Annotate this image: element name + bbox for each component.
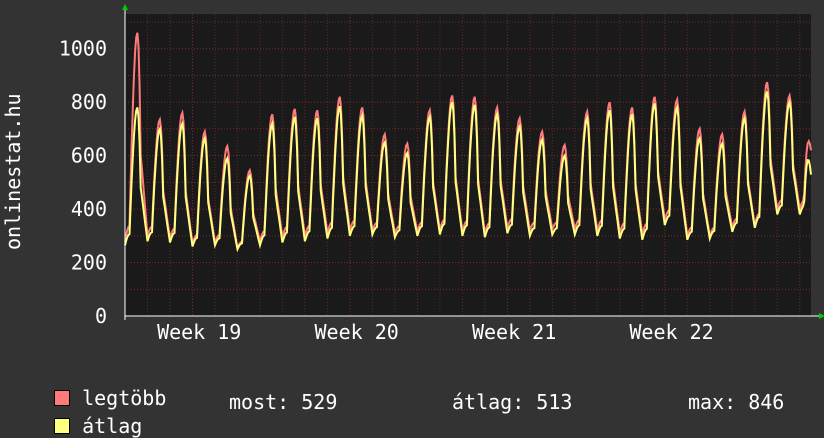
y-axis-label: onlinestat.hu	[1, 93, 25, 250]
x-axis-arrow-icon	[819, 313, 824, 319]
y-axis-arrow-icon	[122, 4, 128, 10]
y-tick-label: 1000	[59, 37, 107, 61]
stat-average: átlag: 513	[452, 390, 573, 414]
legend-swatch-avg	[54, 418, 71, 434]
y-tick-label: 400	[71, 197, 107, 221]
y-tick-label: 800	[71, 90, 107, 114]
x-tick-label: Week 20	[315, 320, 399, 344]
x-tick-label: Week 19	[157, 320, 241, 344]
legend-item-max: legtöbb	[30, 362, 166, 410]
y-tick-label: 200	[71, 251, 107, 275]
y-axis-label-container: onlinestat.hu	[1, 93, 25, 250]
legend-label-avg: átlag	[82, 414, 143, 438]
y-tick-label: 600	[71, 144, 107, 168]
chart: 0 200 400 600 800 1000 Week 19 Week 20 Week 21 We…	[59, 4, 824, 344]
stat-max: max: 846	[688, 390, 785, 414]
y-tick-label: 0	[95, 304, 107, 328]
x-tick-label: Week 21	[472, 320, 556, 344]
legend-item-avg: átlag	[30, 390, 142, 438]
stat-now: most: 529	[229, 390, 338, 414]
x-tick-label: Week 22	[629, 320, 713, 344]
